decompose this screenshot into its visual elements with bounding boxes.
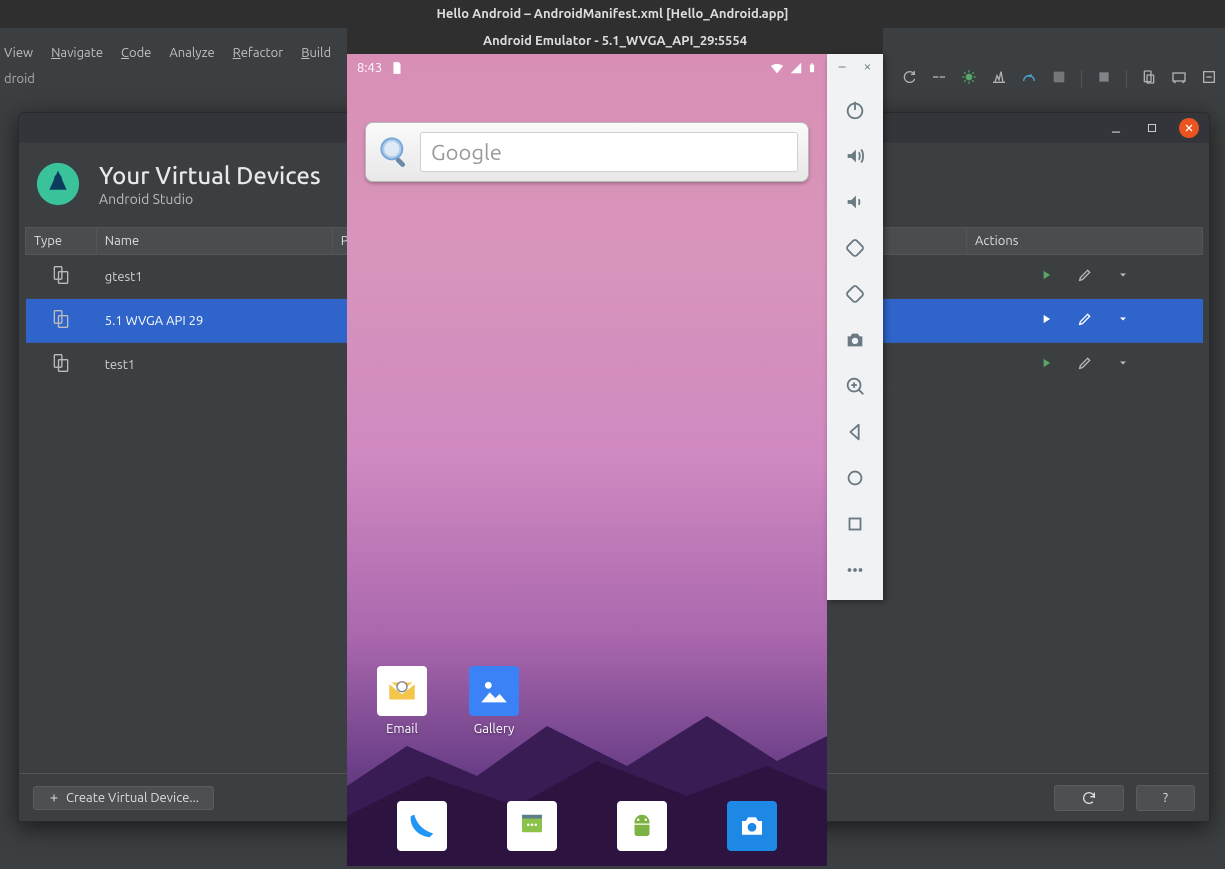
power-button[interactable] (835, 96, 875, 124)
menu-view[interactable]: View (4, 46, 33, 60)
google-search-widget[interactable]: Google (365, 122, 809, 182)
signal-icon (789, 61, 803, 75)
screenshot-button[interactable] (835, 326, 875, 354)
home-dock (347, 796, 827, 856)
dock-phone[interactable] (397, 801, 447, 851)
volume-down-button[interactable] (835, 188, 875, 216)
emulator-screen[interactable]: 8:43 Google (347, 54, 827, 866)
create-device-button[interactable]: Create Virtual Device... (33, 786, 214, 810)
ide-toolbar (871, 66, 1217, 92)
phone-icon (407, 811, 437, 841)
edit-button[interactable] (1077, 355, 1093, 374)
device-icon (51, 274, 71, 288)
menu-refactor[interactable]: Refactor (233, 46, 284, 60)
help-button[interactable]: ? (1136, 785, 1195, 811)
app-email-label: Email (386, 722, 418, 736)
avd-subheading: Android Studio (99, 191, 321, 207)
app-email[interactable]: Email (377, 666, 427, 736)
messages-icon (517, 811, 547, 841)
emu-close-button[interactable]: × (864, 58, 872, 74)
separator (1081, 70, 1082, 88)
menu-navigate[interactable]: Navigate (51, 46, 103, 60)
more-button[interactable] (835, 556, 875, 584)
maximize-button[interactable] (1143, 119, 1161, 137)
breadcrumb: droid (4, 66, 35, 92)
debug-icon[interactable] (961, 69, 977, 89)
rotate-left-button[interactable] (835, 234, 875, 262)
camera-icon (737, 811, 767, 841)
emu-minimize-button[interactable]: – (839, 58, 846, 74)
menu-code[interactable]: Code (121, 46, 151, 60)
gallery-icon (477, 674, 511, 708)
home-button[interactable] (835, 464, 875, 492)
cell-name: gtest1 (96, 255, 332, 299)
launch-button[interactable] (1039, 356, 1053, 373)
ide-title: Hello Android – AndroidManifest.xml [Hel… (0, 0, 1225, 28)
android-studio-icon (35, 161, 81, 207)
search-placeholder: Google (431, 140, 502, 165)
refresh-button[interactable] (1054, 785, 1124, 811)
cell-name: test1 (96, 343, 332, 387)
back-button[interactable] (835, 418, 875, 446)
search-icon (376, 133, 414, 171)
device-icon (51, 362, 71, 376)
cell-actions (966, 255, 1202, 299)
avd-heading: Your Virtual Devices (99, 162, 321, 189)
col-name[interactable]: Name (96, 228, 332, 255)
launch-button[interactable] (1039, 268, 1053, 285)
sync-icon[interactable] (1201, 69, 1217, 89)
dock-messages[interactable] (507, 801, 557, 851)
emulator-toolbar: – × (827, 54, 883, 600)
apply-changes-icon[interactable] (901, 69, 917, 89)
git-icon[interactable] (1096, 69, 1112, 89)
edit-button[interactable] (1077, 311, 1093, 330)
col-actions[interactable]: Actions (966, 228, 1202, 255)
edit-button[interactable] (1077, 267, 1093, 286)
avd-manager-icon[interactable] (1141, 69, 1157, 89)
row-menu-button[interactable] (1117, 313, 1129, 328)
cell-actions (966, 299, 1202, 343)
close-button[interactable] (1179, 118, 1199, 138)
launch-button[interactable] (1039, 312, 1053, 329)
row-menu-button[interactable] (1117, 269, 1129, 284)
volume-up-button[interactable] (835, 142, 875, 170)
search-input[interactable]: Google (420, 132, 798, 172)
home-apps: Email Gallery (377, 666, 519, 736)
dock-camera[interactable] (727, 801, 777, 851)
col-type[interactable]: Type (26, 228, 97, 255)
android-statusbar: 8:43 (347, 54, 827, 82)
create-device-label: Create Virtual Device... (66, 791, 199, 805)
emulator-window: Android Emulator - 5.1_WVGA_API_29:5554 … (347, 28, 883, 866)
status-time: 8:43 (357, 61, 382, 75)
android-icon (627, 811, 657, 841)
wifi-icon (769, 60, 785, 76)
app-gallery-label: Gallery (474, 722, 515, 736)
minimize-button[interactable] (1107, 119, 1125, 137)
rotate-right-button[interactable] (835, 280, 875, 308)
dock-android[interactable] (617, 801, 667, 851)
sd-card-icon (390, 61, 404, 75)
menu-analyze[interactable]: Analyze (169, 46, 214, 60)
menu-build[interactable]: Build (301, 46, 331, 60)
row-menu-button[interactable] (1117, 357, 1129, 372)
speed-icon[interactable] (1021, 69, 1037, 89)
separator (1126, 70, 1127, 88)
profiler-icon[interactable] (991, 69, 1007, 89)
sdk-manager-icon[interactable] (1171, 69, 1187, 89)
cell-actions (966, 343, 1202, 387)
stop-icon[interactable] (931, 69, 947, 89)
app-gallery[interactable]: Gallery (469, 666, 519, 736)
overview-button[interactable] (835, 510, 875, 538)
plugin-icon[interactable] (1051, 69, 1067, 89)
zoom-button[interactable] (835, 372, 875, 400)
battery-icon (807, 60, 817, 76)
email-icon (385, 674, 419, 708)
cell-name: 5.1 WVGA API 29 (96, 299, 332, 343)
device-icon (51, 318, 71, 332)
emulator-title: Android Emulator - 5.1_WVGA_API_29:5554 (347, 28, 883, 54)
